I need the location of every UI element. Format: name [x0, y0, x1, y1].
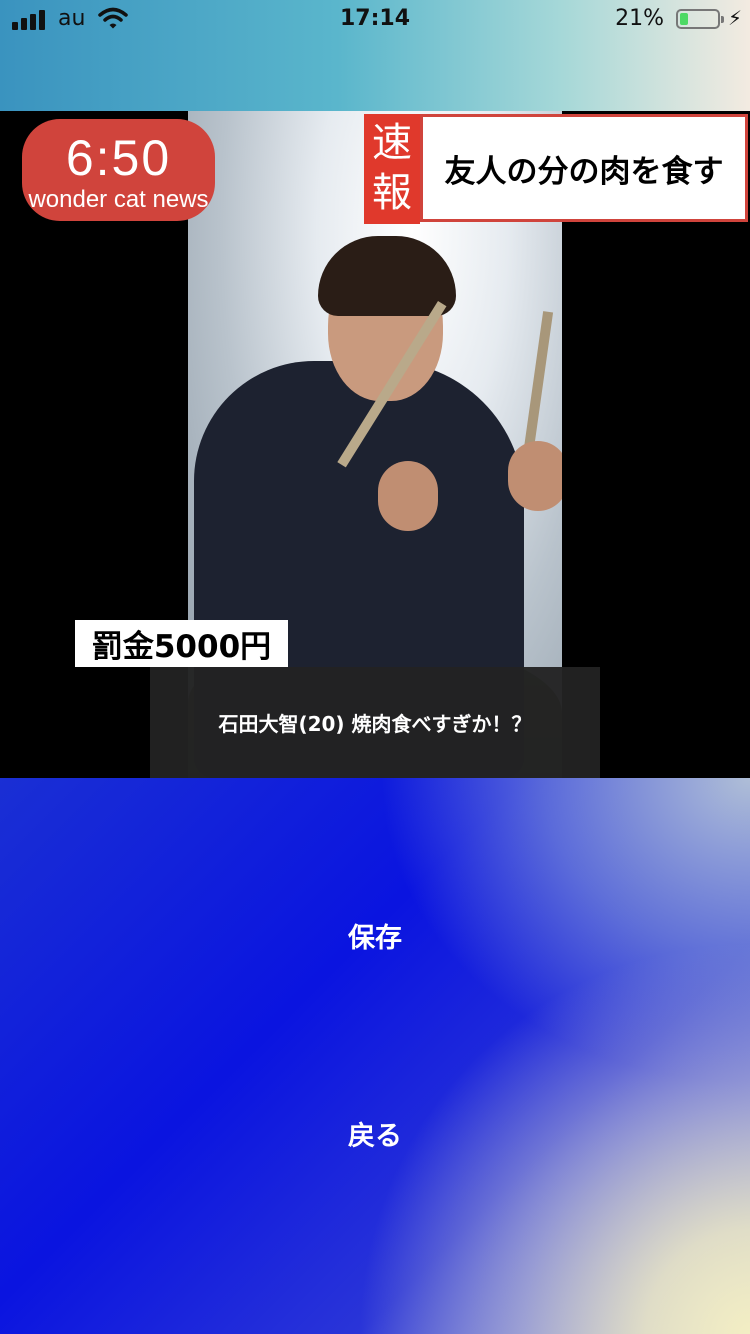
caption-bar: 石田大智(20) 焼肉食べすぎか！？: [150, 667, 600, 778]
photo-left-hand: [378, 461, 438, 531]
time-badge: 6:50 wonder cat news: [22, 119, 215, 221]
status-bar: au 17:14 21% ⚡: [0, 0, 750, 40]
breaking-tag: 速報: [364, 114, 420, 224]
news-frame: 6:50 wonder cat news 速報 友人の分の肉を食す 罰金5000…: [0, 111, 750, 778]
bottom-gradient-area: 保存 戻る: [0, 778, 750, 1334]
badge-time: 6:50: [65, 130, 172, 186]
charging-bolt-icon: ⚡: [727, 6, 742, 30]
badge-brand: wonder cat news: [28, 186, 209, 213]
breaking-headline: 友人の分の肉を食す: [420, 114, 748, 222]
screen: au 17:14 21% ⚡ 6:50 wonder cat news 速報 友…: [0, 0, 750, 1334]
battery-percent: 21%: [615, 6, 664, 31]
photo-right-hand: [508, 441, 562, 511]
back-button[interactable]: 戻る: [275, 1107, 475, 1167]
save-button[interactable]: 保存: [275, 909, 475, 969]
battery-icon: [676, 9, 724, 29]
top-gradient-area: au 17:14 21% ⚡: [0, 0, 750, 111]
battery-fill: [680, 13, 689, 25]
fine-label: 罰金5000円: [75, 620, 288, 667]
